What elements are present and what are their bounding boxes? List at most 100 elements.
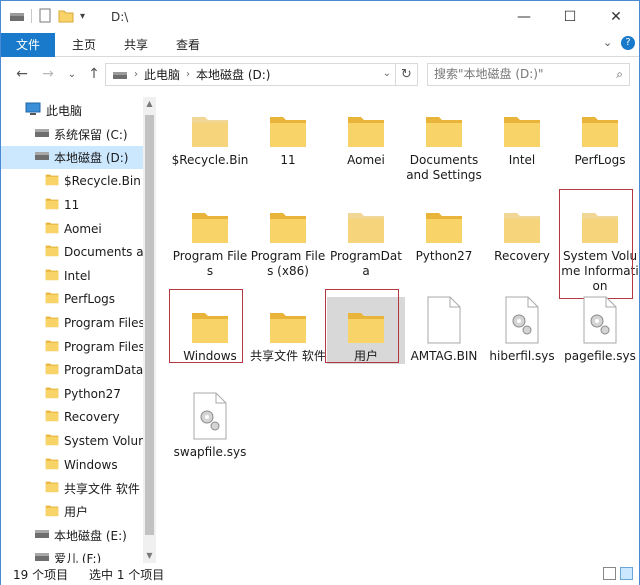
file-item-label: PerfLogs — [574, 153, 626, 167]
tree-item[interactable]: Program Files — [1, 311, 143, 334]
tree-item[interactable]: Intel — [1, 264, 143, 287]
folder-icon — [45, 315, 59, 331]
recent-locations-button[interactable]: ⌄ — [63, 64, 81, 84]
folder-icon — [45, 268, 59, 284]
window-title: D:\ — [111, 10, 129, 24]
tree-item[interactable]: Recovery — [1, 406, 143, 429]
status-bar: 19 个项目 选中 1 个项目 — [1, 563, 639, 585]
tab-share[interactable]: 共享 — [111, 33, 161, 57]
file-item[interactable]: $Recycle.Bin — [171, 101, 249, 168]
close-icon: ✕ — [610, 9, 622, 25]
file-item[interactable]: 共享文件 软件 — [249, 297, 327, 364]
scroll-up-icon[interactable]: ▲ — [143, 97, 156, 111]
folder-icon — [171, 197, 249, 245]
tree-item[interactable]: Aomei — [1, 217, 143, 240]
tree-item[interactable]: 共享文件 软件 — [1, 477, 143, 500]
file-item-label: $Recycle.Bin — [171, 153, 249, 167]
tree-item-label: 用户 — [64, 505, 89, 520]
large-icons-view-icon[interactable] — [620, 567, 633, 580]
file-item[interactable]: swapfile.sys — [171, 392, 249, 460]
tree-item[interactable]: ProgramData — [1, 359, 143, 382]
file-item[interactable]: Python27 — [405, 197, 483, 264]
scroll-down-icon[interactable]: ▼ — [143, 549, 156, 563]
tree-item[interactable]: Windows — [1, 453, 143, 476]
tree-item[interactable]: 此电脑 — [1, 99, 143, 122]
file-item[interactable]: Documents and Settings — [405, 101, 483, 183]
tree-item[interactable]: 系统保留 (C:) — [1, 123, 143, 146]
file-item-label: Program Files (x86) — [250, 249, 326, 278]
folder-icon — [405, 197, 483, 245]
tree-item-label: System Volume Information — [64, 433, 143, 448]
scrollbar-thumb[interactable] — [145, 115, 154, 535]
highlight-box — [559, 189, 633, 299]
tree-item[interactable]: 用户 — [1, 500, 143, 523]
tree-item[interactable]: 11 — [1, 193, 143, 216]
folder-icon — [483, 197, 561, 245]
tree-item[interactable]: $Recycle.Bin — [1, 170, 143, 193]
folder-icon — [171, 101, 249, 149]
details-view-icon[interactable] — [603, 567, 616, 580]
back-button[interactable]: ← — [13, 64, 31, 84]
tree-item[interactable]: Documents and Settings — [1, 241, 143, 264]
tree-item[interactable]: PerfLogs — [1, 288, 143, 311]
system-file-icon — [171, 392, 249, 441]
tree-item-label: Recovery — [64, 410, 120, 425]
file-icon — [405, 296, 483, 345]
new-folder-icon[interactable] — [58, 8, 74, 24]
forward-button[interactable]: → — [39, 64, 57, 84]
qat-customize-icon[interactable]: ▾ — [80, 11, 85, 22]
file-item[interactable]: Intel — [483, 101, 561, 168]
folder-icon — [45, 504, 59, 520]
file-item[interactable]: ProgramData — [327, 197, 405, 279]
close-button[interactable]: ✕ — [593, 1, 639, 33]
folder-icon — [45, 409, 59, 425]
tree-item[interactable]: 本地磁盘 (D:) — [1, 146, 143, 170]
tree-item[interactable]: 爱儿 (F:) — [1, 547, 143, 563]
tab-home[interactable]: 主页 — [59, 33, 109, 57]
tab-file[interactable]: 文件 — [1, 33, 55, 57]
navigation-pane: 此电脑系统保留 (C:) 本地磁盘 (D:) $Recycle.Bin 11 Aomei… — [1, 97, 156, 563]
breadcrumb-drive-d[interactable]: 本地磁盘 (D:) — [196, 66, 270, 83]
file-item[interactable]: pagefile.sys — [561, 296, 639, 364]
address-bar[interactable]: › 此电脑 › 本地磁盘 (D:) ⌄ ↻ — [105, 63, 418, 86]
quick-access-toolbar: ▾ — [9, 8, 85, 24]
folder-icon — [249, 297, 327, 345]
tree-item-label: 此电脑 — [46, 104, 83, 118]
tree-item[interactable]: System Volume Information — [1, 429, 143, 452]
search-input[interactable]: 搜索"本地磁盘 (D:)" ⌕ — [427, 63, 630, 86]
address-dropdown-icon[interactable]: ⌄ — [383, 68, 391, 79]
maximize-button[interactable]: ☐ — [547, 1, 593, 33]
properties-icon[interactable] — [38, 8, 52, 24]
file-item[interactable]: Aomei — [327, 101, 405, 168]
system-file-icon — [561, 296, 639, 345]
navigation-pane-scrollbar[interactable]: ▲ ▼ — [143, 97, 156, 563]
file-item[interactable]: 11 — [249, 101, 327, 168]
file-item[interactable]: Recovery — [483, 197, 561, 264]
forward-arrow-icon: → — [42, 66, 54, 82]
navigation-bar: ← → ⌄ ↑ › 此电脑 › 本地磁盘 (D:) ⌄ ↻ 搜索"本地磁盘 (D… — [1, 58, 639, 90]
file-item[interactable]: Program Files (x86) — [249, 197, 327, 279]
tree-item[interactable]: Program Files (x86) — [1, 335, 143, 358]
minimize-button[interactable]: — — [501, 1, 547, 33]
breadcrumb-this-pc[interactable]: 此电脑 — [144, 66, 180, 83]
ribbon-expand-icon[interactable]: ⌄ — [603, 36, 612, 49]
folder-icon — [249, 101, 327, 149]
view-buttons — [603, 567, 633, 580]
tree-item[interactable]: Python27 — [1, 382, 143, 405]
tab-view[interactable]: 查看 — [163, 33, 213, 57]
up-button[interactable]: ↑ — [85, 64, 103, 84]
tree-item[interactable]: 本地磁盘 (E:) — [1, 524, 143, 547]
tree-item-label: Intel — [64, 268, 91, 283]
help-icon[interactable]: ? — [621, 36, 635, 50]
explorer-window: ▾ D:\ — ☐ ✕ 文件 主页 共享 查看 ⌄ ? ← → ⌄ ↑ › 此电… — [0, 0, 640, 585]
folder-icon — [45, 221, 59, 237]
folder-icon — [45, 386, 59, 402]
tree-item-label: Program Files (x86) — [64, 339, 143, 354]
file-item[interactable]: Program Files — [171, 197, 249, 279]
file-item[interactable]: AMTAG.BIN — [405, 296, 483, 364]
refresh-button[interactable]: ↻ — [395, 64, 417, 85]
back-arrow-icon: ← — [16, 66, 28, 82]
file-item[interactable]: hiberfil.sys — [483, 296, 561, 364]
tree-item-label: 共享文件 软件 — [64, 481, 140, 496]
file-item[interactable]: PerfLogs — [561, 101, 639, 168]
